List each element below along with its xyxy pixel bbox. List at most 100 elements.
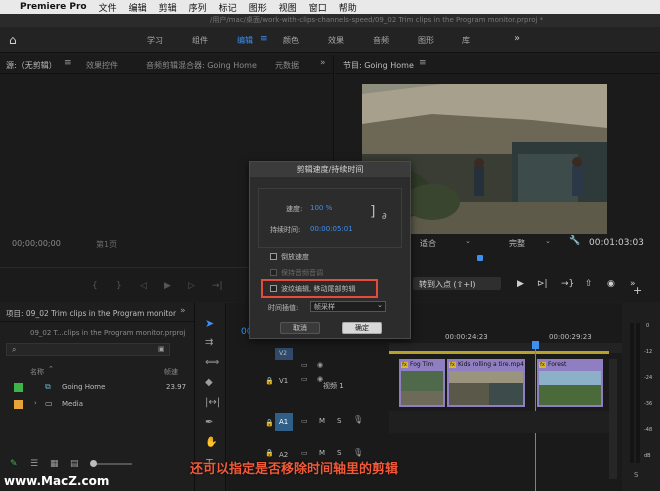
new-bin-icon[interactable]: ▣ bbox=[158, 345, 165, 353]
project-item-going-home[interactable]: Going Home bbox=[62, 383, 105, 391]
speed-value[interactable]: 100 % bbox=[310, 204, 332, 212]
label-color-swatch[interactable] bbox=[14, 400, 23, 409]
lock-icon[interactable]: 🔒 bbox=[265, 449, 274, 457]
project-search-input[interactable] bbox=[6, 343, 170, 356]
eye-icon[interactable]: ◉ bbox=[317, 361, 323, 369]
menu-view[interactable]: 视图 bbox=[279, 1, 297, 14]
program-title[interactable]: 节目: Going Home bbox=[343, 60, 414, 71]
more-tabs-icon[interactable]: » bbox=[320, 58, 326, 68]
keep-pitch-checkbox[interactable] bbox=[270, 269, 277, 276]
app-menu[interactable]: Premiere Pro bbox=[20, 2, 87, 12]
program-menu-icon[interactable]: ≡ bbox=[419, 58, 427, 68]
chevron-right-icon[interactable]: › bbox=[34, 399, 37, 407]
freeform-view-icon[interactable]: ▤ bbox=[70, 459, 79, 469]
step-forward-icon[interactable]: ▷ bbox=[188, 281, 195, 291]
play-icon[interactable]: ▶ bbox=[164, 281, 171, 291]
ripple-edit-tool-icon[interactable]: ⟺ bbox=[205, 357, 219, 368]
menu-sequence[interactable]: 序列 bbox=[189, 1, 207, 14]
workspace-menu-icon[interactable]: ≡ bbox=[260, 34, 268, 44]
chevron-down-icon[interactable]: ⌄ bbox=[465, 237, 471, 245]
duration-value[interactable]: 00:00:05:01 bbox=[310, 225, 353, 233]
eye-icon[interactable]: ◉ bbox=[317, 375, 323, 383]
source-timecode[interactable]: 00;00;00;00 bbox=[12, 239, 61, 248]
workspace-more-icon[interactable]: » bbox=[514, 33, 520, 44]
reverse-speed-checkbox[interactable] bbox=[270, 253, 277, 260]
wrench-icon[interactable]: 🔧 bbox=[569, 236, 580, 246]
workspace-libraries[interactable]: 库 bbox=[462, 35, 470, 46]
pen-tool-icon[interactable]: ✒ bbox=[205, 417, 213, 428]
cancel-button[interactable]: 取消 bbox=[280, 322, 320, 334]
tab-metadata[interactable]: 元数据 bbox=[275, 60, 299, 71]
more-tabs-icon[interactable]: » bbox=[180, 306, 186, 316]
tab-audio-mixer[interactable]: 音频剪辑混合器: Going Home bbox=[146, 60, 257, 71]
sync-lock-icon[interactable]: ▭ bbox=[301, 449, 308, 457]
tab-effect-controls[interactable]: 效果控件 bbox=[86, 60, 118, 71]
sync-lock-icon[interactable]: ▭ bbox=[301, 361, 308, 369]
lock-icon[interactable]: 🔒 bbox=[265, 377, 274, 385]
column-name[interactable]: 名称 bbox=[30, 367, 44, 377]
add-button-icon[interactable]: + bbox=[633, 284, 642, 297]
menu-window[interactable]: 窗口 bbox=[309, 1, 327, 14]
timeline-clip[interactable]: fx Kids rolling a tire.mp4 bbox=[447, 359, 525, 407]
menu-clip[interactable]: 剪辑 bbox=[159, 1, 177, 14]
work-area-bar[interactable] bbox=[389, 351, 609, 354]
lift-icon[interactable]: ⇧ bbox=[585, 279, 593, 289]
sort-icon[interactable]: ⌃ bbox=[48, 365, 54, 373]
play-icon[interactable]: ▶ bbox=[517, 279, 524, 289]
audio-track-a1-area[interactable] bbox=[389, 411, 609, 433]
mark-out-icon[interactable]: } bbox=[116, 281, 122, 291]
tab-source[interactable]: 源:（无剪辑） bbox=[6, 60, 57, 71]
mic-icon[interactable]: 🎙 bbox=[353, 448, 363, 457]
home-icon[interactable]: ⌂ bbox=[9, 33, 23, 47]
go-to-out-icon[interactable]: →} bbox=[561, 279, 574, 289]
chain-link-icon[interactable]: ∂ bbox=[382, 212, 387, 222]
mute-button[interactable]: M bbox=[319, 449, 325, 457]
list-view-icon[interactable]: ☰ bbox=[30, 459, 38, 469]
workspace-assembly[interactable]: 组件 bbox=[192, 35, 208, 46]
program-playhead[interactable] bbox=[477, 255, 483, 261]
step-forward-icon[interactable]: ⊳| bbox=[537, 279, 548, 289]
sync-lock-icon[interactable]: ▭ bbox=[301, 417, 308, 425]
workspace-learn[interactable]: 学习 bbox=[147, 35, 163, 46]
zoom-slider-thumb[interactable] bbox=[90, 460, 97, 467]
mute-button[interactable]: M bbox=[319, 417, 325, 425]
pencil-icon[interactable]: ✎ bbox=[10, 459, 18, 469]
quality-select[interactable]: 完整 bbox=[509, 238, 525, 249]
workspace-audio[interactable]: 音频 bbox=[373, 35, 389, 46]
program-timecode[interactable]: 00:01:03:03 bbox=[589, 238, 644, 248]
selection-tool-icon[interactable]: ➤ bbox=[205, 317, 214, 330]
menu-graphics[interactable]: 图形 bbox=[249, 1, 267, 14]
panel-menu-icon[interactable]: ≡ bbox=[64, 58, 72, 68]
go-to-out-icon[interactable]: →| bbox=[212, 281, 223, 291]
step-back-icon[interactable]: ◁ bbox=[140, 281, 147, 291]
mic-icon[interactable]: 🎙 bbox=[353, 415, 363, 424]
label-color-swatch[interactable] bbox=[14, 383, 23, 392]
icon-view-icon[interactable]: ▦ bbox=[50, 459, 59, 469]
chevron-down-icon[interactable]: ⌄ bbox=[545, 237, 551, 245]
mark-in-icon[interactable]: { bbox=[92, 281, 98, 291]
zoom-slider[interactable] bbox=[92, 463, 132, 465]
workspace-color[interactable]: 颜色 bbox=[283, 35, 299, 46]
razor-tool-icon[interactable]: ◆ bbox=[205, 377, 213, 388]
slip-tool-icon[interactable]: |↔| bbox=[205, 397, 220, 408]
track-label-v1[interactable]: V1 bbox=[279, 377, 288, 385]
timeline-scrollbar[interactable] bbox=[609, 359, 617, 479]
timeline-clip[interactable]: fx Forest bbox=[537, 359, 603, 407]
timeline-playhead-handle[interactable] bbox=[532, 341, 539, 349]
timeline-clip[interactable]: fx Fog Tim bbox=[399, 359, 445, 407]
ok-button[interactable]: 确定 bbox=[342, 322, 382, 334]
menu-help[interactable]: 帮助 bbox=[339, 1, 357, 14]
camera-icon[interactable]: ◉ bbox=[607, 279, 615, 289]
workspace-editing[interactable]: 编辑 bbox=[237, 35, 253, 46]
track-select-tool-icon[interactable]: ⇉ bbox=[205, 337, 213, 348]
workspace-graphics[interactable]: 图形 bbox=[418, 35, 434, 46]
workspace-effects[interactable]: 效果 bbox=[328, 35, 344, 46]
project-title[interactable]: 项目: 09_02 Trim clips in the Program moni… bbox=[6, 308, 176, 319]
solo-button[interactable]: S bbox=[337, 449, 341, 457]
solo-button[interactable]: S bbox=[337, 417, 341, 425]
project-item-media[interactable]: Media bbox=[62, 400, 83, 408]
hand-tool-icon[interactable]: ✋ bbox=[205, 437, 217, 448]
column-frame-rate[interactable]: 帧速 bbox=[164, 367, 178, 377]
sync-lock-icon[interactable]: ▭ bbox=[301, 375, 308, 383]
lock-icon[interactable]: 🔒 bbox=[265, 419, 274, 427]
